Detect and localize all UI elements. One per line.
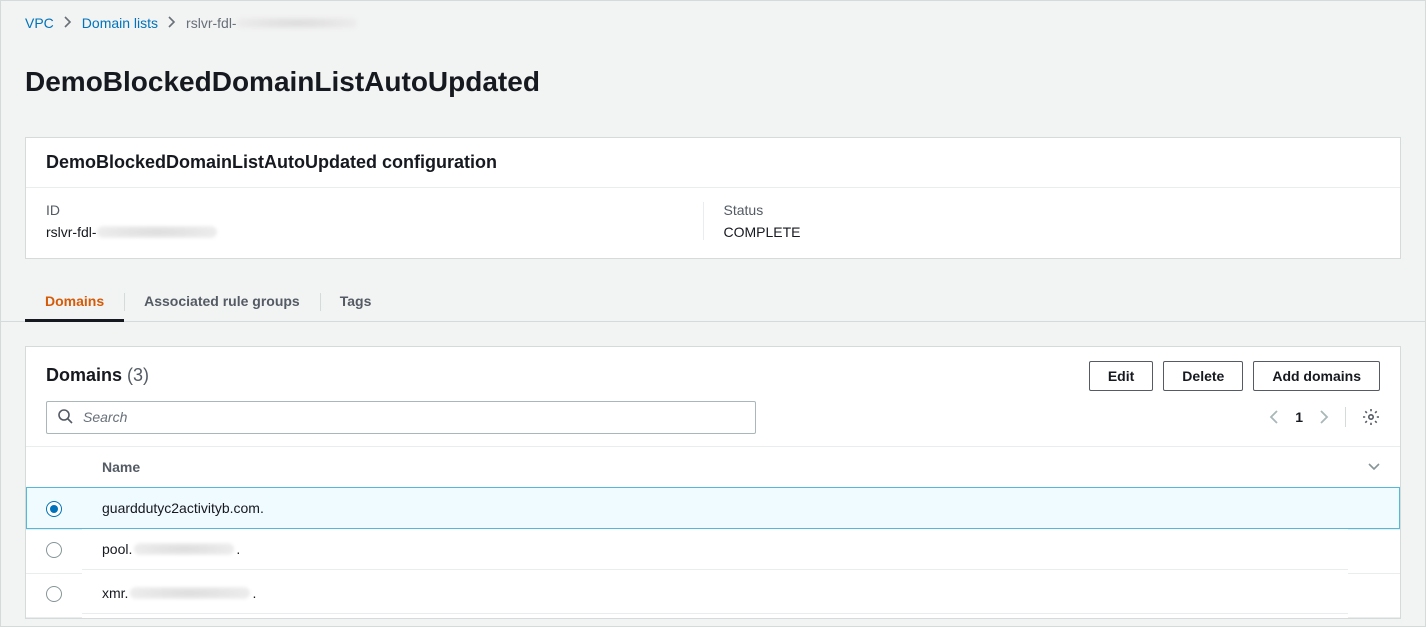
breadcrumb-vpc[interactable]: VPC <box>25 15 54 31</box>
redacted-text <box>130 587 250 599</box>
search-box[interactable] <box>46 401 756 434</box>
row-radio[interactable] <box>46 501 62 517</box>
table-header-row: Name <box>26 446 1400 487</box>
divider <box>1345 407 1346 427</box>
search-icon <box>57 408 73 427</box>
table-row[interactable]: xmr. . <box>26 573 1400 617</box>
config-status-label: Status <box>724 202 1381 224</box>
domains-title-text: Domains <box>46 365 122 385</box>
tabs: Domains Associated rule groups Tags <box>1 283 1425 322</box>
pager: 1 <box>1269 407 1380 427</box>
tab-associated-rule-groups[interactable]: Associated rule groups <box>124 283 320 321</box>
table-header-expand[interactable] <box>1348 446 1400 487</box>
breadcrumb: VPC Domain lists rslvr-fdl- <box>1 1 1425 39</box>
row-radio[interactable] <box>46 586 62 602</box>
config-id-prefix: rslvr-fdl- <box>46 224 97 240</box>
delete-button[interactable]: Delete <box>1163 361 1243 391</box>
row-name: xmr. <box>102 585 128 601</box>
row-name-suffix: . <box>236 541 240 557</box>
page-root: VPC Domain lists rslvr-fdl- DemoBlockedD… <box>0 0 1426 627</box>
search-input[interactable] <box>81 408 745 426</box>
configuration-panel-body: ID rslvr-fdl- Status COMPLETE <box>26 188 1400 258</box>
domains-panel-title: Domains (3) <box>46 365 149 386</box>
pager-page-number: 1 <box>1295 409 1303 425</box>
redacted-text <box>97 226 217 238</box>
chevron-right-icon <box>168 15 176 31</box>
domains-table: Name guarddutyc2activityb.com. <box>26 446 1400 618</box>
domains-count: (3) <box>127 365 149 385</box>
tab-tags[interactable]: Tags <box>320 283 392 321</box>
row-name: guarddutyc2activityb.com. <box>102 500 264 516</box>
config-id-value: rslvr-fdl- <box>46 224 703 240</box>
table-row[interactable]: pool. . <box>26 529 1400 573</box>
add-domains-button[interactable]: Add domains <box>1253 361 1380 391</box>
row-name-cell: guarddutyc2activityb.com. <box>82 488 1348 529</box>
config-col-status: Status COMPLETE <box>703 202 1381 240</box>
domains-actions: Edit Delete Add domains <box>1089 361 1380 391</box>
row-name-suffix: . <box>252 585 256 601</box>
pager-prev-button[interactable] <box>1269 410 1279 424</box>
breadcrumb-current: rslvr-fdl- <box>186 15 357 31</box>
row-radio[interactable] <box>46 542 62 558</box>
table-header-name[interactable]: Name <box>82 446 1348 487</box>
chevron-right-icon <box>64 15 72 31</box>
config-status-value: COMPLETE <box>724 224 1381 240</box>
table-header-select <box>26 446 82 487</box>
breadcrumb-domain-lists[interactable]: Domain lists <box>82 15 158 31</box>
chevron-down-icon <box>1368 462 1380 472</box>
table-row[interactable]: guarddutyc2activityb.com. <box>26 487 1400 529</box>
pager-next-button[interactable] <box>1319 410 1329 424</box>
domains-toolbar: 1 <box>26 401 1400 446</box>
configuration-panel: DemoBlockedDomainListAutoUpdated configu… <box>25 137 1401 259</box>
configuration-panel-header: DemoBlockedDomainListAutoUpdated configu… <box>26 138 1400 188</box>
config-col-id: ID rslvr-fdl- <box>46 202 703 240</box>
domains-panel: Domains (3) Edit Delete Add domains 1 <box>25 346 1401 619</box>
row-name: pool. <box>102 541 132 557</box>
row-name-cell: pool. . <box>82 529 1348 570</box>
settings-button[interactable] <box>1362 408 1380 426</box>
redacted-text <box>134 543 234 555</box>
redacted-text <box>237 17 357 29</box>
page-title: DemoBlockedDomainListAutoUpdated <box>1 58 1425 118</box>
row-name-cell: xmr. . <box>82 573 1348 614</box>
edit-button[interactable]: Edit <box>1089 361 1153 391</box>
domains-panel-header: Domains (3) Edit Delete Add domains <box>26 347 1400 401</box>
tab-domains[interactable]: Domains <box>25 283 124 321</box>
config-id-label: ID <box>46 202 703 224</box>
breadcrumb-current-prefix: rslvr-fdl- <box>186 15 237 31</box>
